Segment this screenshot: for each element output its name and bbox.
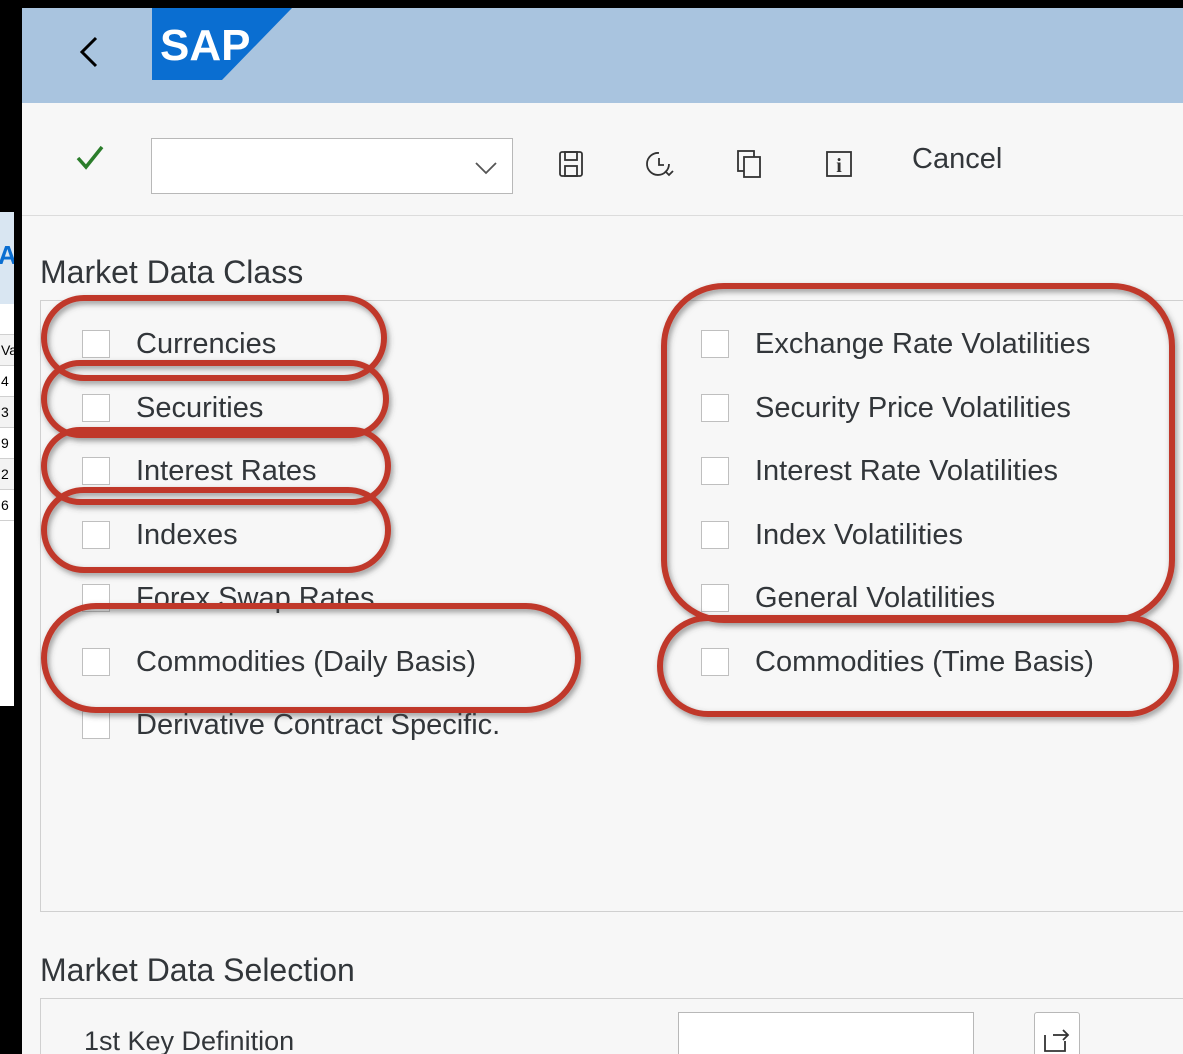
background-column-header: Va — [0, 335, 14, 366]
market-data-class-title: Market Data Class — [40, 254, 304, 290]
checkbox-box[interactable] — [701, 394, 729, 422]
checkbox-label: Exchange Rate Volatilities — [755, 327, 1091, 360]
confirm-button[interactable] — [72, 141, 108, 175]
checkbox-box[interactable] — [82, 711, 110, 739]
background-row — [0, 304, 14, 335]
first-key-definition-label: 1st Key Definition — [84, 1026, 295, 1054]
checkbox-commodities-time[interactable]: Commodities (Time Basis) — [701, 644, 1094, 680]
checkbox-label: Interest Rates — [136, 454, 317, 487]
first-key-definition-input[interactable] — [678, 1012, 974, 1054]
multiple-selection-button[interactable] — [1034, 1012, 1080, 1054]
background-row: 4 — [0, 366, 14, 397]
market-data-dialog: SAP i Cancel Market Data Class Currencie… — [22, 8, 1183, 1054]
checkbox-label: Index Volatilities — [755, 518, 963, 551]
background-logo-fragment: A — [0, 240, 14, 271]
background-window-header: A — [0, 212, 14, 304]
checkbox-exchange-rate-volatilities[interactable]: Exchange Rate Volatilities — [701, 326, 1090, 362]
checkbox-indexes[interactable]: Indexes — [82, 517, 238, 553]
checkbox-box[interactable] — [701, 457, 729, 485]
checkbox-box[interactable] — [701, 330, 729, 358]
checkbox-label: Derivative Contract Specific. — [136, 708, 501, 741]
checkbox-derivative-contract[interactable]: Derivative Contract Specific. — [82, 707, 500, 743]
checkbox-box[interactable] — [82, 457, 110, 485]
background-row: 3 — [0, 397, 14, 428]
checkbox-box[interactable] — [701, 584, 729, 612]
back-button[interactable] — [70, 22, 110, 82]
checkbox-box[interactable] — [82, 330, 110, 358]
checkbox-interest-rates[interactable]: Interest Rates — [82, 453, 317, 489]
checkbox-box[interactable] — [701, 648, 729, 676]
sap-logo: SAP — [152, 8, 292, 80]
checkbox-label: Securities — [136, 391, 264, 424]
checkbox-box[interactable] — [701, 521, 729, 549]
history-icon[interactable] — [644, 147, 674, 181]
command-field[interactable] — [151, 138, 513, 194]
checkbox-label: Currencies — [136, 327, 277, 360]
toolbar: i Cancel — [22, 103, 1183, 216]
checkbox-label: Forex Swap Rates — [136, 581, 375, 614]
copy-icon[interactable] — [734, 147, 764, 181]
checkbox-label: Interest Rate Volatilities — [755, 454, 1059, 487]
market-data-selection-title: Market Data Selection — [40, 952, 355, 988]
info-icon[interactable]: i — [824, 147, 854, 181]
checkbox-label: Indexes — [136, 518, 238, 551]
checkbox-currencies[interactable]: Currencies — [82, 326, 276, 362]
checkbox-label: Commodities (Time Basis) — [755, 645, 1094, 678]
checkbox-box[interactable] — [82, 584, 110, 612]
background-row: 6 — [0, 490, 14, 521]
shell-bar: SAP — [22, 8, 1183, 103]
save-icon[interactable] — [556, 147, 586, 181]
cancel-button[interactable]: Cancel — [912, 139, 1002, 179]
background-row: 9 — [0, 428, 14, 459]
checkbox-interest-rate-volatilities[interactable]: Interest Rate Volatilities — [701, 453, 1058, 489]
checkbox-index-volatilities[interactable]: Index Volatilities — [701, 517, 963, 553]
checkbox-security-price-volatilities[interactable]: Security Price Volatilities — [701, 390, 1071, 426]
svg-text:i: i — [836, 155, 842, 177]
background-row: 2 — [0, 459, 14, 490]
chevron-left-icon — [79, 36, 98, 68]
background-window: A Va 4 3 9 2 6 — [0, 212, 16, 706]
checkbox-box[interactable] — [82, 521, 110, 549]
checkbox-label: Security Price Volatilities — [755, 391, 1071, 424]
chevron-down-icon[interactable] — [474, 155, 498, 179]
sap-logo-text: SAP — [160, 21, 250, 70]
checkbox-box[interactable] — [82, 394, 110, 422]
checkbox-securities[interactable]: Securities — [82, 390, 263, 426]
checkmark-icon — [76, 145, 104, 170]
checkbox-box[interactable] — [82, 648, 110, 676]
checkbox-label: Commodities (Daily Basis) — [136, 645, 477, 678]
checkbox-forex-swap-rates[interactable]: Forex Swap Rates — [82, 580, 375, 616]
multiple-selection-icon — [1044, 1029, 1070, 1052]
checkbox-general-volatilities[interactable]: General Volatilities — [701, 580, 995, 616]
checkbox-commodities-daily[interactable]: Commodities (Daily Basis) — [82, 644, 476, 680]
checkbox-label: General Volatilities — [755, 581, 996, 614]
